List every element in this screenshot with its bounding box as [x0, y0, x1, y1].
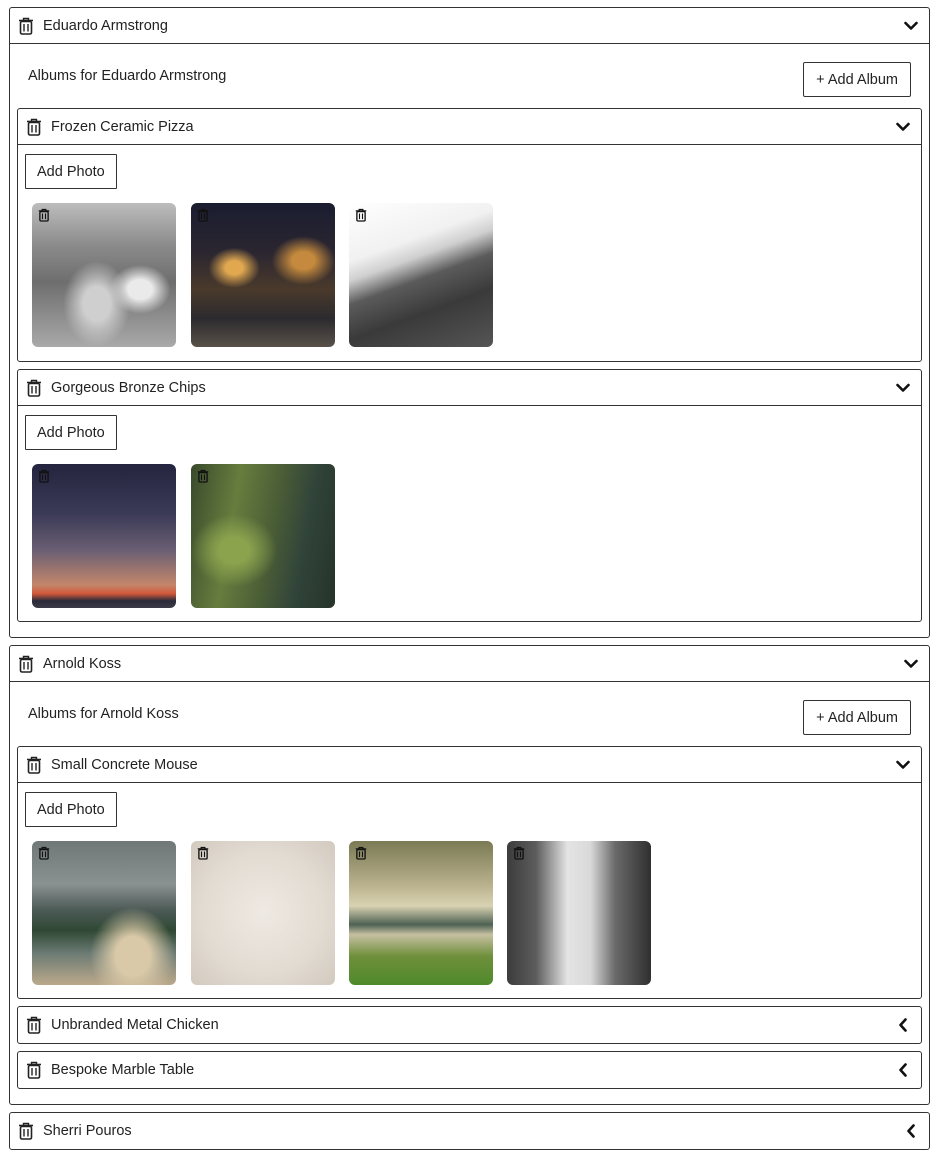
album-panel-bespoke-marble-table: Bespoke Marble Table — [17, 1051, 922, 1089]
chevron-left-icon[interactable] — [894, 1016, 912, 1034]
album-panel-unbranded-metal-chicken: Unbranded Metal Chicken — [17, 1006, 922, 1044]
user-header[interactable]: Arnold Koss — [10, 646, 929, 682]
album-title: Small Concrete Mouse — [51, 756, 198, 773]
user-header[interactable]: Eduardo Armstrong — [10, 8, 929, 44]
chevron-down-icon[interactable] — [894, 379, 912, 397]
photo-thumbnail[interactable] — [191, 464, 335, 608]
album-header[interactable]: Frozen Ceramic Pizza — [18, 109, 921, 145]
albums-bar: Albums for Arnold Koss + Add Album — [10, 682, 929, 745]
add-photo-button[interactable]: Add Photo — [25, 792, 117, 827]
add-album-button[interactable]: + Add Album — [803, 62, 911, 97]
chevron-down-icon[interactable] — [902, 655, 920, 673]
photo-thumbnail[interactable] — [507, 841, 651, 985]
user-name: Arnold Koss — [43, 655, 122, 672]
chevron-left-icon[interactable] — [894, 1061, 912, 1079]
add-album-button[interactable]: + Add Album — [803, 700, 911, 735]
chevron-down-icon[interactable] — [894, 118, 912, 136]
album-panel-gorgeous-bronze-chips: Gorgeous Bronze Chips Add Photo — [17, 369, 922, 622]
add-photo-button[interactable]: Add Photo — [25, 154, 117, 189]
album-panel-frozen-ceramic-pizza: Frozen Ceramic Pizza Add Photo — [17, 108, 922, 362]
photo-thumbnail[interactable] — [32, 841, 176, 985]
delete-photo-trash-icon[interactable] — [38, 846, 50, 860]
album-header[interactable]: Small Concrete Mouse — [18, 747, 921, 783]
albums-label: Albums for Arnold Koss — [28, 705, 179, 722]
chevron-down-icon[interactable] — [894, 756, 912, 774]
album-title: Gorgeous Bronze Chips — [51, 379, 206, 396]
delete-album-trash-icon[interactable] — [25, 755, 43, 775]
album-header[interactable]: Gorgeous Bronze Chips — [18, 370, 921, 406]
delete-album-trash-icon[interactable] — [25, 1060, 43, 1080]
photo-thumbnail[interactable] — [349, 203, 493, 347]
delete-user-trash-icon[interactable] — [17, 16, 35, 36]
album-title: Unbranded Metal Chicken — [51, 1017, 219, 1033]
delete-album-trash-icon[interactable] — [25, 117, 43, 137]
user-header[interactable]: Sherri Pouros — [10, 1113, 929, 1149]
user-name: Eduardo Armstrong — [43, 17, 168, 34]
albums-label: Albums for Eduardo Armstrong — [28, 67, 227, 84]
chevron-left-icon[interactable] — [902, 1122, 920, 1140]
chevron-down-icon[interactable] — [902, 17, 920, 35]
user-panel-eduardo-armstrong: Eduardo Armstrong Albums for Eduardo Arm… — [9, 7, 930, 638]
photo-thumbnail[interactable] — [349, 841, 493, 985]
delete-album-trash-icon[interactable] — [25, 1015, 43, 1035]
delete-photo-trash-icon[interactable] — [513, 846, 525, 860]
user-panel-arnold-koss: Arnold Koss Albums for Arnold Koss + Add… — [9, 645, 930, 1105]
user-name: Sherri Pouros — [43, 1123, 132, 1139]
delete-photo-trash-icon[interactable] — [38, 469, 50, 483]
delete-album-trash-icon[interactable] — [25, 378, 43, 398]
album-title: Bespoke Marble Table — [51, 1062, 195, 1078]
album-header[interactable]: Bespoke Marble Table — [18, 1052, 921, 1088]
photo-thumbnail[interactable] — [32, 464, 176, 608]
delete-photo-trash-icon[interactable] — [355, 846, 367, 860]
delete-photo-trash-icon[interactable] — [355, 208, 367, 222]
album-panel-small-concrete-mouse: Small Concrete Mouse Add Photo — [17, 746, 922, 999]
photo-thumbnail[interactable] — [191, 841, 335, 985]
delete-user-trash-icon[interactable] — [17, 654, 35, 674]
add-photo-button[interactable]: Add Photo — [25, 415, 117, 450]
photo-thumbnail[interactable] — [191, 203, 335, 347]
album-title: Frozen Ceramic Pizza — [51, 118, 194, 135]
delete-photo-trash-icon[interactable] — [197, 208, 209, 222]
albums-bar: Albums for Eduardo Armstrong + Add Album — [10, 44, 929, 107]
delete-photo-trash-icon[interactable] — [38, 208, 50, 222]
delete-user-trash-icon[interactable] — [17, 1121, 35, 1141]
user-panel-sherri-pouros: Sherri Pouros — [9, 1112, 930, 1150]
delete-photo-trash-icon[interactable] — [197, 469, 209, 483]
photo-thumbnail[interactable] — [32, 203, 176, 347]
delete-photo-trash-icon[interactable] — [197, 846, 209, 860]
album-header[interactable]: Unbranded Metal Chicken — [18, 1007, 921, 1043]
